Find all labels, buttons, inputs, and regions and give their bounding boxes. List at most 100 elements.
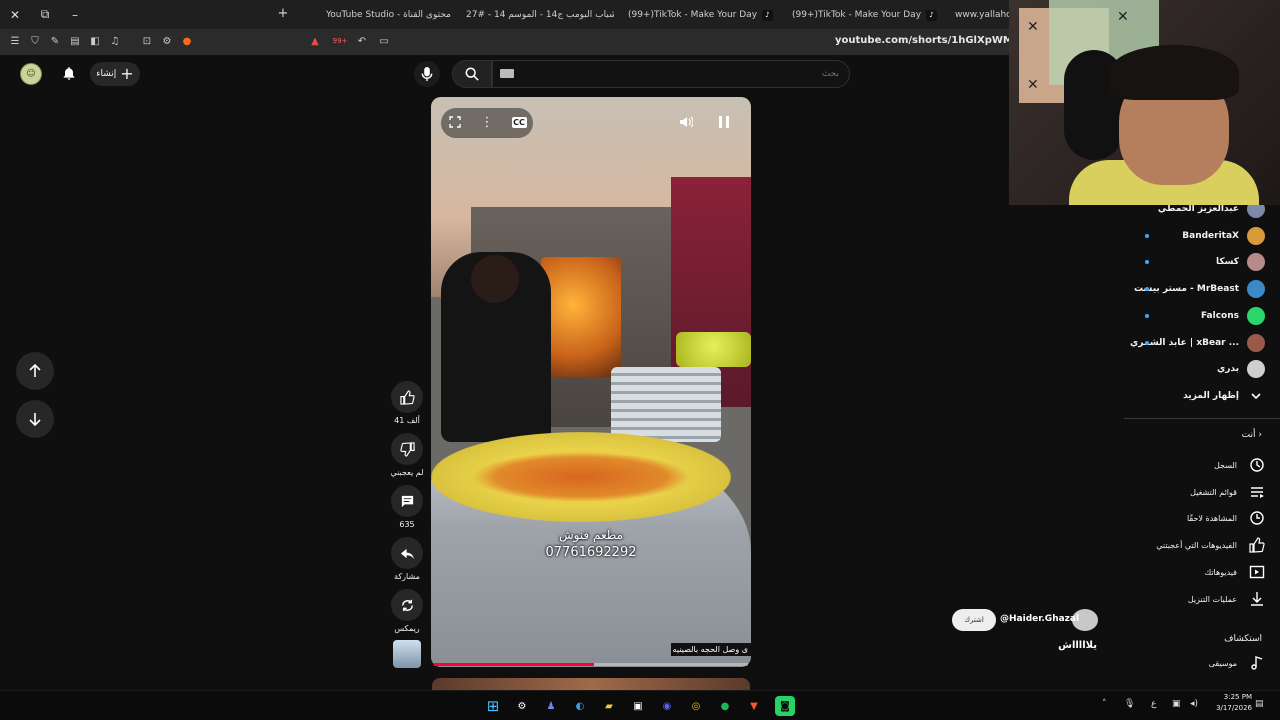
video-progress-bar[interactable]	[434, 663, 748, 666]
plus-icon: +	[120, 64, 134, 83]
sound-thumbnail[interactable]	[393, 640, 421, 668]
microphone-icon	[421, 66, 433, 81]
subscription-item[interactable]: كسكا	[1130, 251, 1265, 273]
comment-count: 635	[399, 520, 415, 529]
spotify-icon[interactable]: ●	[715, 696, 735, 716]
menu-item-your-videos[interactable]: فيديوهاتك	[1130, 561, 1265, 583]
warning-icon[interactable]: ▲	[308, 34, 322, 48]
next-short-preview[interactable]	[432, 678, 750, 690]
dislike-button[interactable]: لم يعجبني	[390, 433, 424, 477]
menu-item-history[interactable]: السجل	[1130, 454, 1265, 476]
start-windows-icon[interactable]: ⊞	[483, 696, 503, 716]
account-avatar[interactable]: ☺	[20, 63, 42, 85]
subscription-item[interactable]: عابد الشمري | xBear ...	[1130, 332, 1265, 354]
short-video-player[interactable]	[431, 97, 751, 667]
tab-label: (99+)TikTok - Make Your Day	[792, 10, 922, 20]
menu-item-playlists[interactable]: قوائم التشغيل	[1130, 481, 1265, 503]
menu-item-downloads[interactable]: عمليات التنزيل	[1130, 588, 1265, 610]
microphone-icon[interactable]: 🎙	[1124, 699, 1135, 709]
search-input[interactable]	[492, 60, 850, 88]
more-options-icon[interactable]: ⋮	[477, 112, 497, 132]
sidebar-icon[interactable]: ◧	[88, 34, 102, 48]
notifications-bell-icon[interactable]	[60, 64, 78, 82]
tab-tiktok-1[interactable]: (99+)TikTok - Make Your Day ♪	[628, 6, 778, 24]
chatgpt-icon[interactable]: ⚙	[512, 696, 532, 716]
captions-button[interactable]: CC	[509, 112, 529, 132]
teams-icon[interactable]: ♟	[541, 696, 561, 716]
like-button[interactable]: 41 ألف	[390, 381, 424, 425]
share-label: مشاركة	[394, 572, 420, 581]
tab-youtube-studio[interactable]: YouTube Studio - محتوى القناة ▶	[326, 6, 451, 24]
subscription-item[interactable]: Falcons	[1130, 305, 1265, 327]
back-icon[interactable]: ↶	[355, 34, 369, 48]
discord-icon[interactable]: ◉	[657, 696, 677, 716]
edge-icon[interactable]: ◐	[570, 696, 590, 716]
new-content-dot	[1145, 234, 1149, 238]
menu-item-watch-later[interactable]: المشاهدة لاحقًا	[1130, 507, 1265, 529]
tab-shabab-albomb[interactable]: شباب البومب ج14 - الموسم 14 - #27	[466, 6, 614, 24]
volume-icon[interactable]	[676, 112, 696, 132]
comments-button[interactable]: 635	[390, 485, 424, 529]
menu-icon[interactable]: ☰	[8, 34, 22, 48]
cast-icon[interactable]: ▭	[377, 34, 391, 48]
restore-window-button[interactable]: ⧉	[30, 0, 60, 29]
menu-item-music[interactable]: موسيقى	[1130, 652, 1265, 674]
watch-later-icon	[1249, 510, 1265, 526]
file-explorer-icon[interactable]: ▰	[599, 696, 619, 716]
minimize-window-button[interactable]: –	[60, 0, 90, 29]
volume-icon[interactable]: ◂)	[1190, 699, 1198, 709]
tabs-icon[interactable]: ▤	[68, 34, 82, 48]
captions-icon: CC	[511, 116, 527, 128]
share-button[interactable]: مشاركة	[390, 537, 424, 581]
webcam-scene	[1109, 45, 1239, 100]
search-button[interactable]	[452, 60, 492, 88]
tab-tiktok-2[interactable]: (99+)TikTok - Make Your Day ♪	[792, 6, 942, 24]
music-icon[interactable]: ♫	[108, 34, 122, 48]
fullscreen-icon[interactable]	[445, 112, 465, 132]
notifications-icon[interactable]: ▤	[1255, 699, 1264, 709]
create-button[interactable]: إنشاء +	[90, 62, 140, 86]
screenshot-icon[interactable]: ⊡	[140, 34, 154, 48]
commenter-username: @Haider.Ghazal	[1000, 614, 1080, 624]
voice-search-button[interactable]	[414, 61, 440, 87]
system-clock[interactable]: 3:25 PM 3/17/2026	[1208, 692, 1252, 714]
channel-avatar	[1247, 227, 1265, 245]
thumbs-down-icon	[391, 433, 423, 465]
chrome-icon[interactable]: ◎	[686, 696, 706, 716]
shield-icon[interactable]: ⛉	[28, 34, 42, 48]
new-tab-button[interactable]: +	[276, 6, 290, 22]
share-icon	[391, 537, 423, 569]
close-icon: ✕	[1027, 77, 1039, 93]
menu-item-liked[interactable]: الفيديوهات التي أعجبتني	[1130, 534, 1265, 556]
extensions-icon[interactable]: ⚙	[160, 34, 174, 48]
video-scene	[676, 332, 751, 367]
subscription-item[interactable]: بدري	[1130, 358, 1265, 380]
remix-button[interactable]: ريمكس	[390, 589, 424, 633]
keyboard-icon[interactable]	[500, 69, 514, 78]
pause-icon[interactable]	[714, 112, 734, 132]
network-icon[interactable]: ▣	[1172, 699, 1181, 709]
close-window-button[interactable]: ✕	[0, 0, 30, 29]
pin-icon[interactable]: ✎	[48, 34, 62, 48]
previous-short-button[interactable]	[16, 352, 54, 390]
tab-label: www.yallahoo.c	[955, 10, 1009, 20]
comment-text: يلاااااش	[1058, 640, 1097, 651]
subscription-name: كسكا	[1215, 257, 1239, 267]
store-icon[interactable]: ▣	[628, 696, 648, 716]
address-bar-url[interactable]: youtube.com/shorts/1hGlXpWMdAM	[835, 35, 1038, 46]
subscription-item[interactable]: مستر بيست - MrBeast	[1130, 278, 1265, 300]
input-language[interactable]: ع	[1151, 699, 1156, 709]
subscription-item[interactable]: BanderitaX	[1130, 225, 1265, 247]
brave-icon[interactable]: ▼	[744, 696, 764, 716]
you-section-heading[interactable]: أنت ›	[1130, 430, 1262, 440]
menu-item-label: السجل	[1213, 460, 1237, 470]
show-more-button[interactable]: إظهار المزيد	[1130, 385, 1265, 407]
next-short-button[interactable]	[16, 400, 54, 438]
notification-badge[interactable]: 99+	[330, 34, 350, 48]
brave-icon[interactable]: ●	[180, 34, 194, 48]
whatsapp-icon[interactable]: ◙	[775, 696, 795, 716]
downloads-icon	[1249, 591, 1265, 607]
tab-yallahoo[interactable]: www.yallahoo.c	[955, 6, 1009, 24]
search-icon	[465, 67, 479, 81]
chevron-up-icon[interactable]: ˄	[1102, 699, 1107, 709]
